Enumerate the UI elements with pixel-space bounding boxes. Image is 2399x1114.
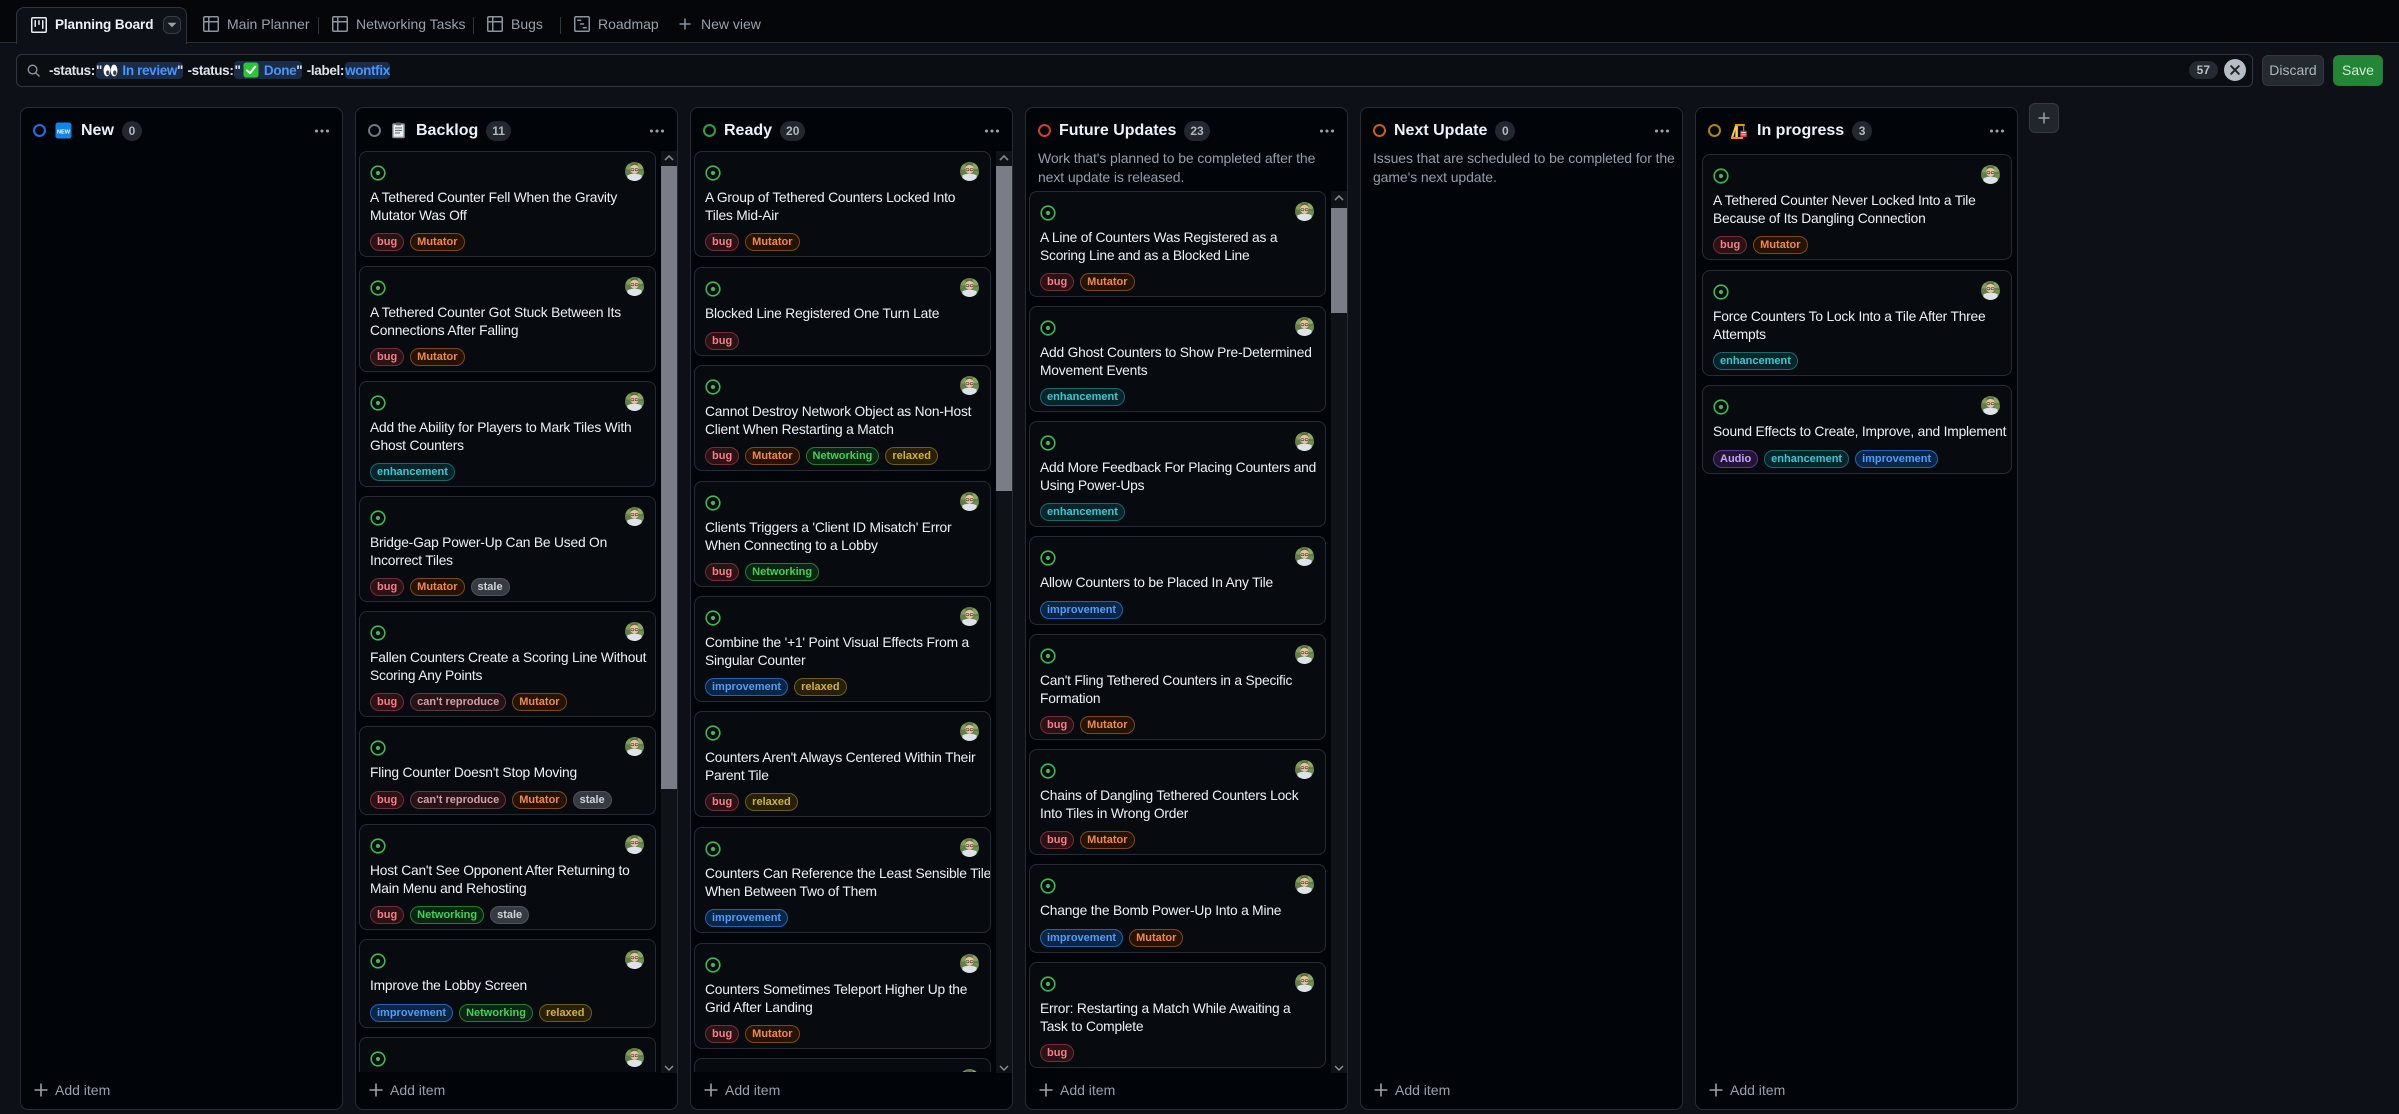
svg-text:NEW: NEW — [57, 129, 71, 135]
